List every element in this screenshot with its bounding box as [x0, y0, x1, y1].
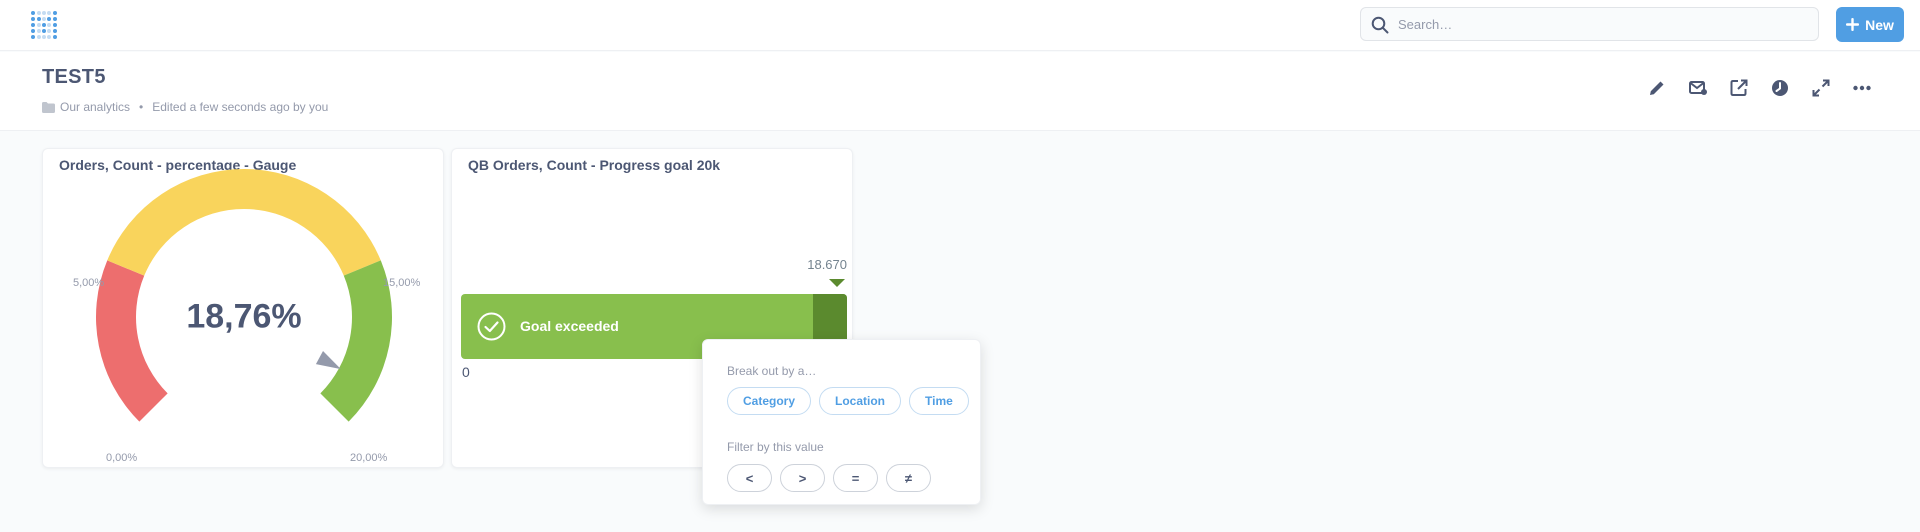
dashboard-header: TEST5 Our analytics • Edited a few secon… [0, 52, 1920, 131]
breakout-category-button[interactable]: Category [727, 387, 812, 415]
check-circle-icon [477, 312, 506, 341]
history-button[interactable] [1770, 78, 1790, 98]
gauge-label-min: 0,00% [106, 452, 138, 464]
gauge-label-high: 15,00% [383, 277, 421, 289]
search-icon [1371, 16, 1389, 34]
gauge-label-low: 5,00% [73, 277, 105, 289]
share-icon [1730, 79, 1748, 96]
breakout-location-button[interactable]: Location [819, 387, 902, 415]
filter-not-equals-button[interactable]: ≠ [886, 464, 931, 492]
search-input[interactable] [1398, 8, 1808, 40]
header-actions [1647, 78, 1872, 98]
gauge-value[interactable]: 18,76% [43, 298, 445, 337]
progress-value: 18.670 [807, 257, 847, 272]
edit-button[interactable] [1647, 78, 1667, 98]
dashboard-meta: Our analytics • Edited a few seconds ago… [42, 100, 328, 114]
card-title[interactable]: QB Orders, Count - Progress goal 20k [468, 157, 720, 173]
more-icon [1853, 85, 1871, 91]
progress-marker-icon [829, 279, 845, 287]
metabase-logo-icon[interactable] [30, 10, 58, 40]
more-button[interactable] [1852, 78, 1872, 98]
subscriptions-button[interactable] [1688, 78, 1708, 98]
breakout-heading: Break out by a… [727, 364, 817, 378]
breakout-options: Category Location Time [727, 387, 969, 415]
progress-zero-label: 0 [462, 364, 470, 380]
breakout-time-button[interactable]: Time [909, 387, 969, 415]
gauge-card[interactable]: Orders, Count - percentage - Gauge 18,76… [42, 148, 444, 468]
edited-info[interactable]: Edited a few seconds ago by you [152, 100, 328, 114]
gauge-segment-0[interactable] [96, 260, 168, 422]
plus-icon [1846, 18, 1860, 31]
filter-options: < > = ≠ [727, 464, 931, 492]
filter-heading: Filter by this value [727, 440, 824, 454]
search-box[interactable] [1360, 7, 1819, 41]
filter-greater-than-button[interactable]: > [780, 464, 825, 492]
gauge-needle [315, 350, 341, 370]
separator-dot: • [139, 100, 144, 114]
filter-equals-button[interactable]: = [833, 464, 878, 492]
new-button[interactable]: New [1836, 7, 1904, 42]
new-button-label: New [1865, 16, 1894, 33]
top-navbar: New [0, 0, 1920, 51]
history-icon [1772, 80, 1788, 96]
folder-icon [42, 101, 55, 113]
share-button[interactable] [1729, 78, 1749, 98]
gauge-segment-1[interactable] [107, 169, 381, 276]
gauge-segment-2[interactable] [320, 260, 392, 422]
pencil-icon [1650, 81, 1664, 95]
collection-link[interactable]: Our analytics [60, 100, 130, 114]
progress-status: Goal exceeded [520, 318, 619, 334]
subscription-icon [1689, 81, 1707, 95]
fullscreen-icon [1812, 79, 1830, 97]
gauge-label-max: 20,00% [350, 452, 388, 464]
drill-popover: Break out by a… Category Location Time F… [702, 339, 981, 505]
dashboard-title[interactable]: TEST5 [42, 66, 106, 89]
fullscreen-button[interactable] [1811, 78, 1831, 98]
filter-less-than-button[interactable]: < [727, 464, 772, 492]
